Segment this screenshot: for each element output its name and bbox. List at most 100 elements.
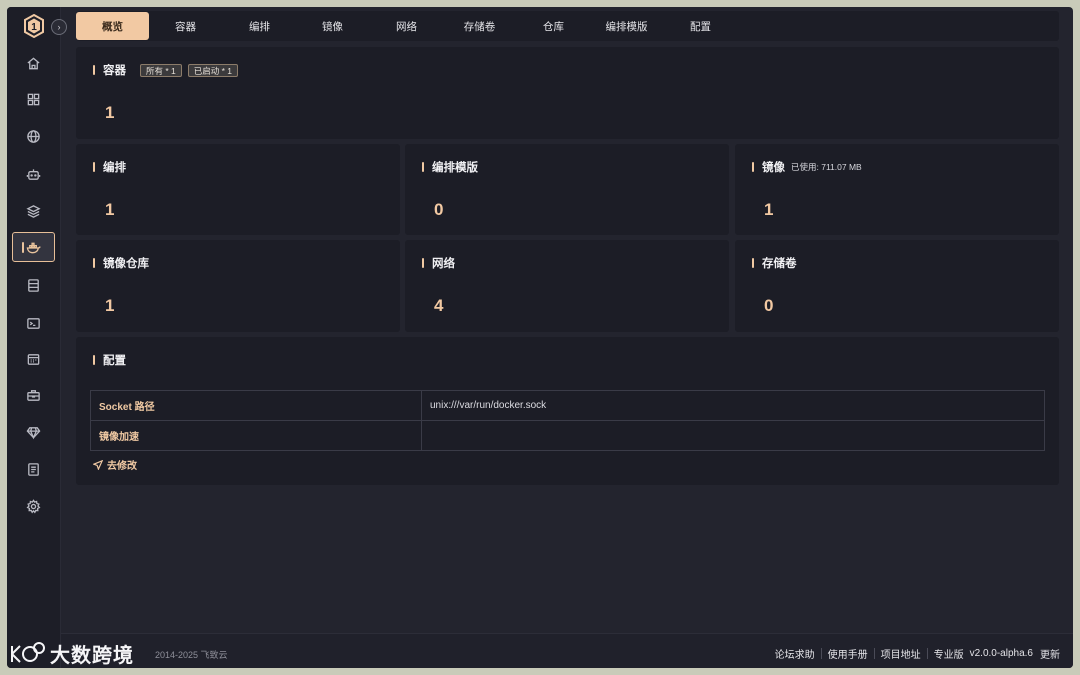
- nav-cronjob[interactable]: [12, 344, 55, 374]
- nav-logs[interactable]: [12, 454, 55, 484]
- card-title: 编排模版: [422, 160, 478, 174]
- toolbox-icon: [27, 389, 40, 401]
- volume-count[interactable]: 0: [764, 296, 773, 316]
- card-title: 容器 所有 * 1 已启动 * 1: [93, 63, 239, 77]
- tab-compose-templates[interactable]: 编排模版: [590, 12, 663, 40]
- chevron-right-icon: ›: [57, 22, 61, 32]
- tab-config[interactable]: 配置: [664, 12, 737, 40]
- config-key: Socket 路径: [90, 390, 422, 421]
- send-icon: [93, 459, 103, 470]
- home-icon: [27, 56, 40, 69]
- layers-icon: [26, 204, 41, 218]
- gear-icon: [26, 498, 41, 513]
- card-title: 镜像仓库: [93, 256, 149, 270]
- images-title: 镜像: [762, 162, 785, 174]
- tab-networks[interactable]: 网络: [370, 12, 443, 40]
- nav-settings[interactable]: [12, 491, 55, 521]
- svg-text:1: 1: [31, 22, 37, 33]
- containers-card[interactable]: 容器 所有 * 1 已启动 * 1 1: [76, 47, 1059, 139]
- title-marker: [422, 258, 424, 268]
- manual-link[interactable]: 使用手册: [828, 646, 868, 661]
- config-title: 配置: [103, 355, 126, 367]
- tab-containers[interactable]: 容器: [149, 12, 222, 40]
- containers-title: 容器: [103, 65, 126, 77]
- nav-websites[interactable]: [12, 121, 55, 151]
- card-title: 编排: [93, 160, 126, 174]
- card-title: 镜像 已使用: 711.07 MB: [752, 160, 862, 174]
- version-label: v2.0.0-alpha.6: [969, 648, 1033, 659]
- terminal-icon: [27, 317, 40, 329]
- edition-label[interactable]: 专业版: [934, 646, 964, 661]
- server-icon: [28, 278, 39, 292]
- network-card[interactable]: 网络 4: [405, 240, 729, 332]
- table-row: Socket 路径 unix:///var/run/docker.sock: [90, 390, 1045, 421]
- nav-containers[interactable]: [12, 232, 55, 262]
- title-marker: [422, 162, 424, 172]
- watermark: 大数跨境: [8, 636, 134, 670]
- config-key: 镜像加速: [90, 420, 422, 451]
- volume-title: 存储卷: [762, 258, 797, 270]
- diamond-icon: [26, 426, 41, 439]
- project-link[interactable]: 项目地址: [881, 646, 921, 661]
- nav-ai[interactable]: [12, 159, 55, 189]
- compose-card[interactable]: 编排 1: [76, 144, 400, 235]
- nav-host[interactable]: [12, 270, 55, 300]
- compose-template-card[interactable]: 编排模版 0: [405, 144, 729, 235]
- badge-all[interactable]: 所有 * 1: [140, 63, 182, 77]
- nav-home[interactable]: [12, 48, 55, 78]
- config-value: [421, 420, 1045, 451]
- card-title: 网络: [422, 256, 455, 270]
- nav-toolbox[interactable]: [12, 380, 55, 410]
- edit-config-label: 去修改: [107, 461, 137, 472]
- update-link[interactable]: 更新: [1040, 646, 1060, 661]
- network-count[interactable]: 4: [434, 296, 443, 316]
- watermark-text: 大数跨境: [50, 644, 134, 667]
- divider: [873, 648, 875, 659]
- compose-count[interactable]: 1: [105, 200, 114, 220]
- registry-card[interactable]: 镜像仓库 1: [76, 240, 400, 332]
- images-card[interactable]: 镜像 已使用: 711.07 MB 1: [735, 144, 1059, 235]
- config-value: unix:///var/run/docker.sock: [421, 390, 1045, 421]
- table-row: 镜像加速: [90, 420, 1045, 451]
- logo-icon[interactable]: 1: [23, 14, 45, 38]
- title-marker: [752, 258, 754, 268]
- tab-images[interactable]: 镜像: [296, 12, 369, 40]
- app-window: 1 › 概览 容器 编排 镜像 网络 存储卷 仓库 编排模版 配置 容器 所有 …: [7, 7, 1073, 668]
- tab-volumes[interactable]: 存储卷: [443, 12, 516, 40]
- tab-registries[interactable]: 仓库: [517, 12, 590, 40]
- card-title: 存储卷: [752, 256, 797, 270]
- compose-title: 编排: [103, 162, 126, 174]
- tab-bar: 概览 容器 编排 镜像 网络 存储卷 仓库 编排模版 配置: [76, 11, 1059, 41]
- title-marker: [93, 65, 95, 75]
- network-title: 网络: [432, 258, 455, 270]
- title-marker: [752, 162, 754, 172]
- nav-apps[interactable]: [12, 84, 55, 114]
- nav-database[interactable]: [12, 196, 55, 226]
- footer: 2014-2025 飞致云 论坛求助 使用手册 项目地址 专业版 v2.0.0-…: [61, 633, 1073, 668]
- volume-card[interactable]: 存储卷 0: [735, 240, 1059, 332]
- copyright: 2014-2025 飞致云: [155, 650, 228, 660]
- sidebar: 1 ›: [7, 7, 67, 668]
- tab-overview[interactable]: 概览: [76, 12, 149, 40]
- nav-terminal[interactable]: [12, 308, 55, 338]
- footer-links: 论坛求助 使用手册 项目地址 专业版 v2.0.0-alpha.6 更新: [775, 646, 1060, 661]
- containers-count[interactable]: 1: [105, 103, 114, 123]
- forum-link[interactable]: 论坛求助: [775, 646, 815, 661]
- images-count[interactable]: 1: [764, 200, 773, 220]
- images-disk-usage: 已使用: 711.07 MB: [791, 162, 862, 172]
- edit-config-link[interactable]: 去修改: [93, 457, 137, 472]
- calendar-icon: [27, 353, 40, 365]
- robot-icon: [26, 168, 41, 180]
- sidebar-collapse-button[interactable]: ›: [51, 19, 67, 35]
- title-marker: [93, 355, 95, 365]
- nav-pro[interactable]: [12, 417, 55, 447]
- divider: [926, 648, 928, 659]
- grid-icon: [27, 93, 40, 105]
- compose-template-title: 编排模版: [432, 162, 478, 174]
- config-table: Socket 路径 unix:///var/run/docker.sock 镜像…: [90, 390, 1045, 451]
- compose-template-count[interactable]: 0: [434, 200, 443, 220]
- registry-count[interactable]: 1: [105, 296, 114, 316]
- badge-running[interactable]: 已启动 * 1: [187, 63, 239, 77]
- tab-compose[interactable]: 编排: [223, 12, 296, 40]
- globe-icon: [27, 129, 40, 143]
